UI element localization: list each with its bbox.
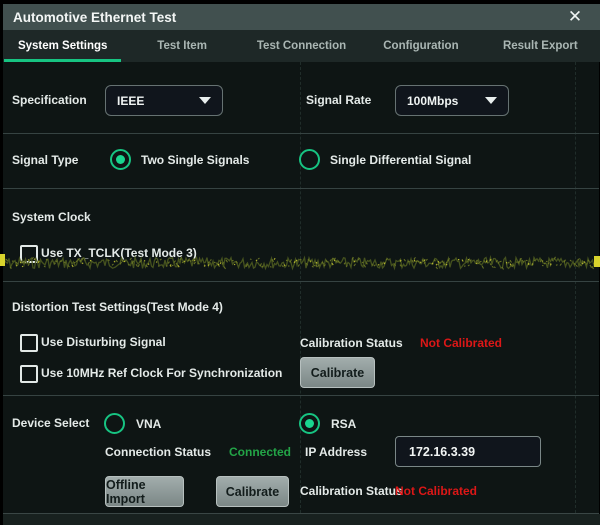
tab-result-export[interactable]: Result Export <box>481 30 600 62</box>
signal-rate-dropdown[interactable]: 100Mbps <box>395 85 509 116</box>
device-calibrate-button[interactable]: Calibrate <box>216 476 289 507</box>
automotive-ethernet-test-dialog: Automotive Ethernet Test ✕ System Settin… <box>0 0 600 525</box>
device-select-label: Device Select <box>12 416 89 430</box>
radio-vna[interactable] <box>104 413 125 434</box>
tab-test-item[interactable]: Test Item <box>122 30 241 62</box>
signal-type-label: Signal Type <box>12 153 78 167</box>
bottom-band <box>3 514 600 525</box>
distortion-title: Distortion Test Settings(Test Mode 4) <box>12 300 223 314</box>
chevron-down-icon <box>485 97 497 104</box>
close-icon[interactable]: ✕ <box>560 4 590 30</box>
graticule-line <box>300 62 302 513</box>
distortion-calibration-status-value: Not Calibrated <box>420 336 502 350</box>
waveform-left-marker <box>0 254 5 266</box>
tab-configuration[interactable]: Configuration <box>361 30 480 62</box>
section-divider <box>3 281 599 282</box>
waveform-trace <box>0 252 600 274</box>
chevron-down-icon <box>199 97 211 104</box>
section-divider <box>3 188 599 189</box>
specification-label: Specification <box>12 93 87 107</box>
active-tab-underline <box>4 59 121 62</box>
title-bar: Automotive Ethernet Test ✕ <box>3 4 600 30</box>
device-calibration-status-label: Calibration Status <box>300 484 403 498</box>
signal-rate-label: Signal Rate <box>306 93 371 107</box>
system-clock-title: System Clock <box>12 210 91 224</box>
section-divider <box>3 133 599 134</box>
use-disturbing-signal-label: Use Disturbing Signal <box>41 335 166 349</box>
offline-import-button[interactable]: Offline Import <box>105 476 184 507</box>
radio-two-single-signals[interactable] <box>110 149 131 170</box>
use-10mhz-ref-clock-checkbox[interactable] <box>20 365 38 383</box>
radio-vna-label: VNA <box>136 417 161 431</box>
section-divider <box>3 395 599 396</box>
connection-status-value: Connected <box>229 445 291 459</box>
radio-single-differential-signal[interactable] <box>299 149 320 170</box>
waveform-right-marker <box>594 256 600 267</box>
radio-single-differential-signal-label: Single Differential Signal <box>330 153 471 167</box>
device-calibration-status-value: Not Calibrated <box>395 484 477 498</box>
distortion-calibration-status-label: Calibration Status <box>300 336 403 350</box>
dialog-title: Automotive Ethernet Test <box>13 10 176 25</box>
tab-bar: System Settings Test Item Test Connectio… <box>3 30 600 62</box>
tab-test-connection[interactable]: Test Connection <box>242 30 361 62</box>
radio-two-single-signals-label: Two Single Signals <box>141 153 249 167</box>
ip-address-label: IP Address <box>305 445 367 459</box>
distortion-calibrate-button[interactable]: Calibrate <box>300 357 375 388</box>
radio-rsa[interactable] <box>299 413 320 434</box>
radio-rsa-label: RSA <box>331 417 356 431</box>
use-disturbing-signal-checkbox[interactable] <box>20 334 38 352</box>
ip-address-input[interactable]: 172.16.3.39 <box>395 436 541 467</box>
connection-status-label: Connection Status <box>105 445 211 459</box>
specification-dropdown[interactable]: IEEE <box>105 85 223 116</box>
tab-system-settings[interactable]: System Settings <box>3 30 122 62</box>
use-10mhz-ref-clock-label: Use 10MHz Ref Clock For Synchronization <box>41 366 282 380</box>
graticule-line <box>575 62 577 513</box>
